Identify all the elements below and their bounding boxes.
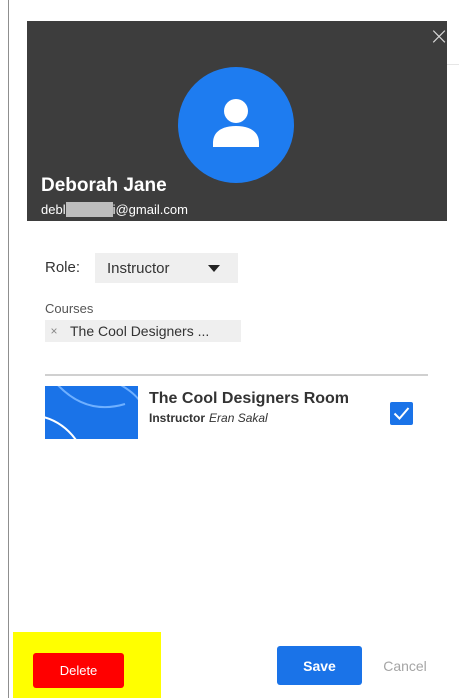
divider <box>45 374 428 376</box>
course-chip: × The Cool Designers ... <box>45 320 241 342</box>
cancel-button[interactable]: Cancel <box>374 646 436 685</box>
course-checkbox[interactable] <box>390 402 413 425</box>
course-thumbnail <box>45 386 138 439</box>
save-button[interactable]: Save <box>277 646 362 685</box>
course-role: Instructor <box>149 411 206 425</box>
email-suffix: i@gmail.com <box>112 202 188 217</box>
role-select[interactable]: Instructor <box>95 253 238 283</box>
course-instructor: Eran Sakal <box>209 411 268 425</box>
user-icon <box>213 99 259 147</box>
role-label: Role: <box>45 259 81 276</box>
avatar <box>178 67 294 183</box>
email-redaction <box>65 202 113 217</box>
course-title: The Cool Designers Room <box>149 390 350 407</box>
left-border <box>8 0 9 698</box>
user-name: Deborah Jane <box>41 175 167 196</box>
close-icon[interactable]: × <box>427 24 451 48</box>
course-meta: Instructor Eran Sakal <box>149 411 268 425</box>
email-prefix: debl <box>41 202 66 217</box>
delete-button[interactable]: Delete <box>33 653 124 688</box>
chip-remove-icon[interactable]: × <box>47 321 61 341</box>
course-chip-label: The Cool Designers ... <box>70 323 210 339</box>
course-thumbnail-graphic <box>45 386 138 439</box>
checkmark-icon <box>393 407 410 420</box>
role-select-value: Instructor <box>107 260 170 277</box>
user-email: debl i@gmail.com <box>41 202 188 217</box>
courses-label: Courses <box>45 301 94 316</box>
caret-down-icon <box>208 265 220 272</box>
profile-header: Deborah Jane debl i@gmail.com <box>27 21 447 221</box>
